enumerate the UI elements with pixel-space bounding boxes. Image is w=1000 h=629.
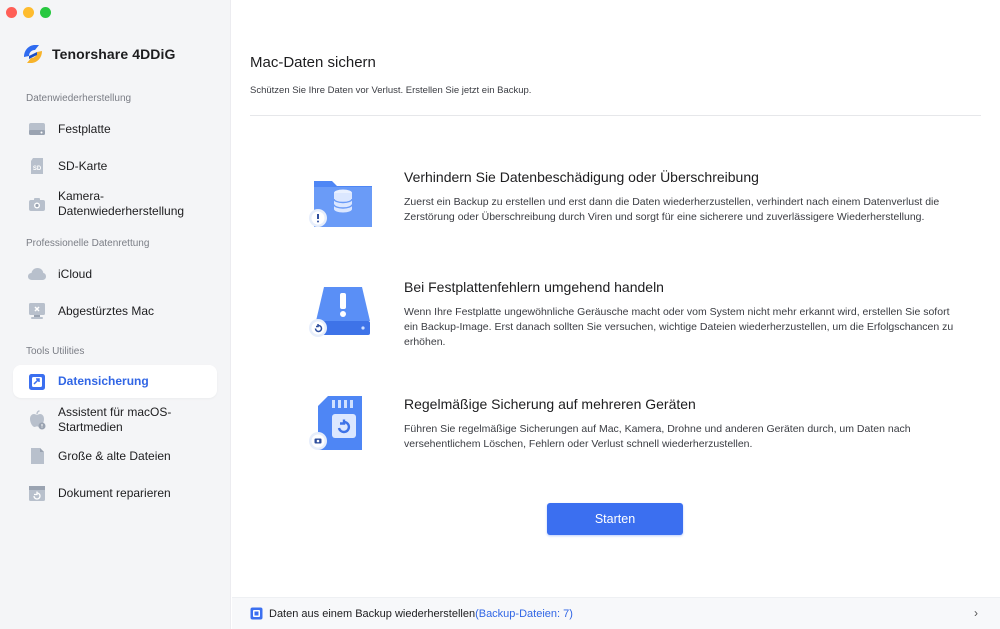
sidebar-item-datensicherung[interactable]: Datensicherung [13, 365, 217, 398]
backup-file-count: (Backup-Dateien: 7) [475, 608, 573, 620]
restore-from-backup-bar[interactable]: Daten aus einem Backup wiederherstellen(… [232, 597, 1000, 629]
sd-card-icon: SD [27, 156, 47, 176]
sidebar-item-sd-karte[interactable]: SD SD-Karte [13, 154, 217, 178]
label-line-1: Kamera- [58, 189, 105, 203]
sidebar-item-grosse-alte-dateien[interactable]: Große & alte Dateien [13, 444, 217, 468]
sd-card-sync-icon [309, 396, 362, 450]
app-name: Tenorshare 4DDiG [52, 46, 176, 62]
feature-item: Verhindern Sie Datenbeschädigung oder Üb… [304, 169, 964, 239]
feature-description: Zuerst ein Backup zu erstellen und erst … [404, 196, 940, 223]
sidebar-item-kamera[interactable]: Kamera- Datenwiederherstellung [13, 188, 217, 220]
sidebar-item-label: Kamera- Datenwiederherstellung [58, 189, 184, 219]
sidebar: Tenorshare 4DDiG Datenwiederherstellung … [0, 0, 231, 629]
section-title-datenwiederherstellung: Datenwiederherstellung [26, 93, 132, 104]
feature-title: Regelmäßige Sicherung auf mehreren Gerät… [404, 396, 696, 412]
cloud-icon [27, 264, 47, 284]
divider [250, 115, 981, 116]
chevron-right-icon[interactable]: › [974, 606, 978, 620]
feature-item: Bei Festplattenfehlern umgehend handeln … [304, 279, 964, 349]
sidebar-item-festplatte[interactable]: Festplatte [13, 117, 217, 141]
hard-drive-icon [27, 119, 47, 139]
sidebar-item-label: Abgestürztes Mac [58, 303, 155, 318]
brand: Tenorshare 4DDiG [20, 41, 176, 67]
app-logo-icon [24, 45, 42, 63]
backup-icon [27, 372, 47, 392]
main-content: Mac-Daten sichern Schützen Sie Ihre Date… [232, 0, 1000, 629]
crashed-mac-icon [27, 301, 47, 321]
feature-title: Bei Festplattenfehlern umgehend handeln [404, 279, 664, 295]
window-controls [6, 7, 51, 18]
page-title: Mac-Daten sichern [250, 54, 376, 71]
label-line-1: Assistent für macOS- [58, 404, 172, 419]
sidebar-item-icloud[interactable]: iCloud [13, 262, 217, 286]
document-repair-icon [27, 483, 47, 503]
sidebar-item-macos-startmedien[interactable]: Assistent für macOS- Startmedien [13, 403, 217, 436]
disk-warning-icon [309, 287, 370, 337]
sidebar-item-label: iCloud [58, 266, 93, 281]
section-title-professionelle-datenrettung: Professionelle Datenrettung [26, 238, 150, 249]
feature-item: Regelmäßige Sicherung auf mehreren Gerät… [304, 396, 964, 466]
sidebar-item-label: Große & alte Dateien [58, 448, 171, 463]
svg-text:SD: SD [33, 166, 42, 172]
sidebar-item-label: Assistent für macOS- Startmedien [58, 405, 171, 435]
apple-icon [27, 409, 47, 430]
label-line-2: Datenwiederherstellung [58, 204, 185, 218]
feature-description: Führen Sie regelmäßige Sicherungen auf M… [404, 423, 911, 450]
sidebar-item-abgestuerztes-mac[interactable]: Abgestürztes Mac [13, 299, 217, 323]
file-icon [27, 446, 47, 466]
database-folder-icon [309, 181, 372, 227]
label-line-2: Startmedien [58, 419, 123, 434]
app-window: Tenorshare 4DDiG Datenwiederherstellung … [0, 0, 1000, 629]
sidebar-item-label: Datensicherung [58, 374, 149, 388]
minimize-window-button[interactable] [23, 7, 34, 18]
section-title-tools-utilities: Tools Utilities [26, 346, 85, 357]
sidebar-item-label: Festplatte [58, 121, 111, 136]
start-button[interactable]: Starten [547, 503, 683, 535]
close-window-button[interactable] [6, 7, 17, 18]
feature-title: Verhindern Sie Datenbeschädigung oder Üb… [404, 169, 759, 185]
restore-link[interactable]: Daten aus einem Backup wiederherstellen(… [269, 608, 573, 620]
sidebar-item-label: Dokument reparieren [58, 485, 171, 500]
page-subtitle: Schützen Sie Ihre Daten vor Verlust. Ers… [250, 85, 532, 96]
camera-icon [27, 194, 47, 214]
backup-restore-icon [250, 607, 263, 620]
sidebar-item-dokument-reparieren[interactable]: Dokument reparieren [13, 481, 217, 505]
zoom-window-button[interactable] [40, 7, 51, 18]
restore-label: Daten aus einem Backup wiederherstellen [269, 608, 476, 620]
feature-description: Wenn Ihre Festplatte ungewöhnliche Geräu… [404, 306, 954, 348]
sidebar-item-label: SD-Karte [58, 158, 108, 173]
